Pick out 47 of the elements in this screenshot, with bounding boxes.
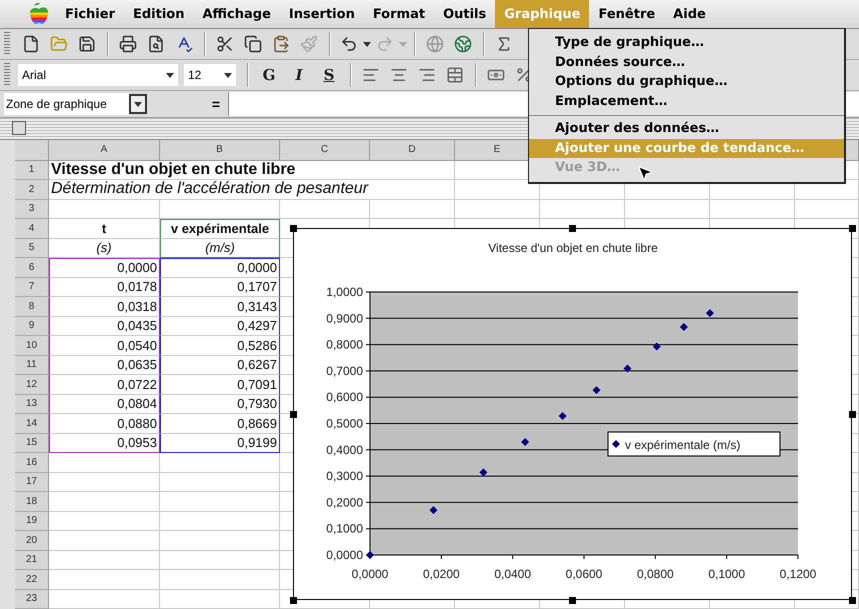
table-cell: 0,0540 (49, 336, 160, 356)
axis-label: 0,7000 (326, 364, 363, 378)
table-cell: 0,5286 (160, 336, 280, 356)
table-cell: (m/s) (160, 238, 280, 258)
table-cell: 0,0435 (49, 316, 160, 336)
sheet-subtitle: Détermination de l'accélération de pesanteur (49, 180, 455, 200)
axis-label: 0,1200 (780, 567, 816, 581)
table-cell: t (49, 219, 160, 238)
axis-label: 0,0000 (352, 567, 388, 581)
sheet-title: Vitesse d'un objet en chute libre (49, 160, 455, 180)
axis-label: 0,1000 (708, 567, 746, 581)
table-cell: 0,7930 (160, 394, 280, 414)
axis-label: 0,5000 (326, 416, 363, 430)
axis-label: 0,6000 (326, 390, 363, 404)
table-cell: 0,9199 (160, 434, 280, 453)
table-cell: 0,0318 (49, 297, 160, 316)
chart-legend: v expérimentale (m/s) (608, 432, 780, 456)
table-cell: 0,1707 (160, 278, 280, 297)
axis-label: 0,0600 (566, 567, 602, 581)
table-cell: 0,4297 (160, 316, 280, 336)
table-cell: 0,0880 (49, 414, 160, 434)
table-cell: 0,6267 (160, 356, 280, 375)
table-cell: 0,0000 (160, 258, 280, 278)
table-cell: 0,3143 (160, 297, 280, 316)
axis-label: 0,0800 (636, 567, 674, 581)
table-cell: 0,7091 (160, 375, 280, 394)
axis-label: 0,2000 (326, 495, 363, 510)
table-cell: 0,0804 (49, 394, 160, 414)
axis-label: 0,4000 (326, 442, 363, 457)
axis-label: 1,0000 (326, 285, 363, 299)
table-cell: 0,8669 (160, 414, 280, 434)
legend-label: v expérimentale (m/s) (625, 438, 740, 452)
table-cell: 0,0178 (49, 278, 160, 297)
chart-title: Vitesse d'un objet en chute libre (488, 241, 658, 255)
axis-label: 0,0000 (326, 548, 363, 562)
table-cell: v expérimentale (160, 219, 280, 238)
axis-label: 0,0200 (422, 567, 460, 581)
axis-label: 0,0400 (494, 567, 532, 581)
table-cell: 0,0722 (49, 375, 160, 394)
table-cell: 0,0000 (49, 258, 160, 278)
axis-label: 0,9000 (326, 311, 363, 326)
axis-label: 0,3000 (326, 469, 363, 484)
table-cell: 0,0635 (49, 356, 160, 375)
table-cell: (s) (49, 238, 160, 258)
table-cell: 0,0953 (49, 434, 160, 453)
axis-label: 0,8000 (326, 338, 363, 352)
axis-label: 0,1000 (326, 522, 363, 536)
